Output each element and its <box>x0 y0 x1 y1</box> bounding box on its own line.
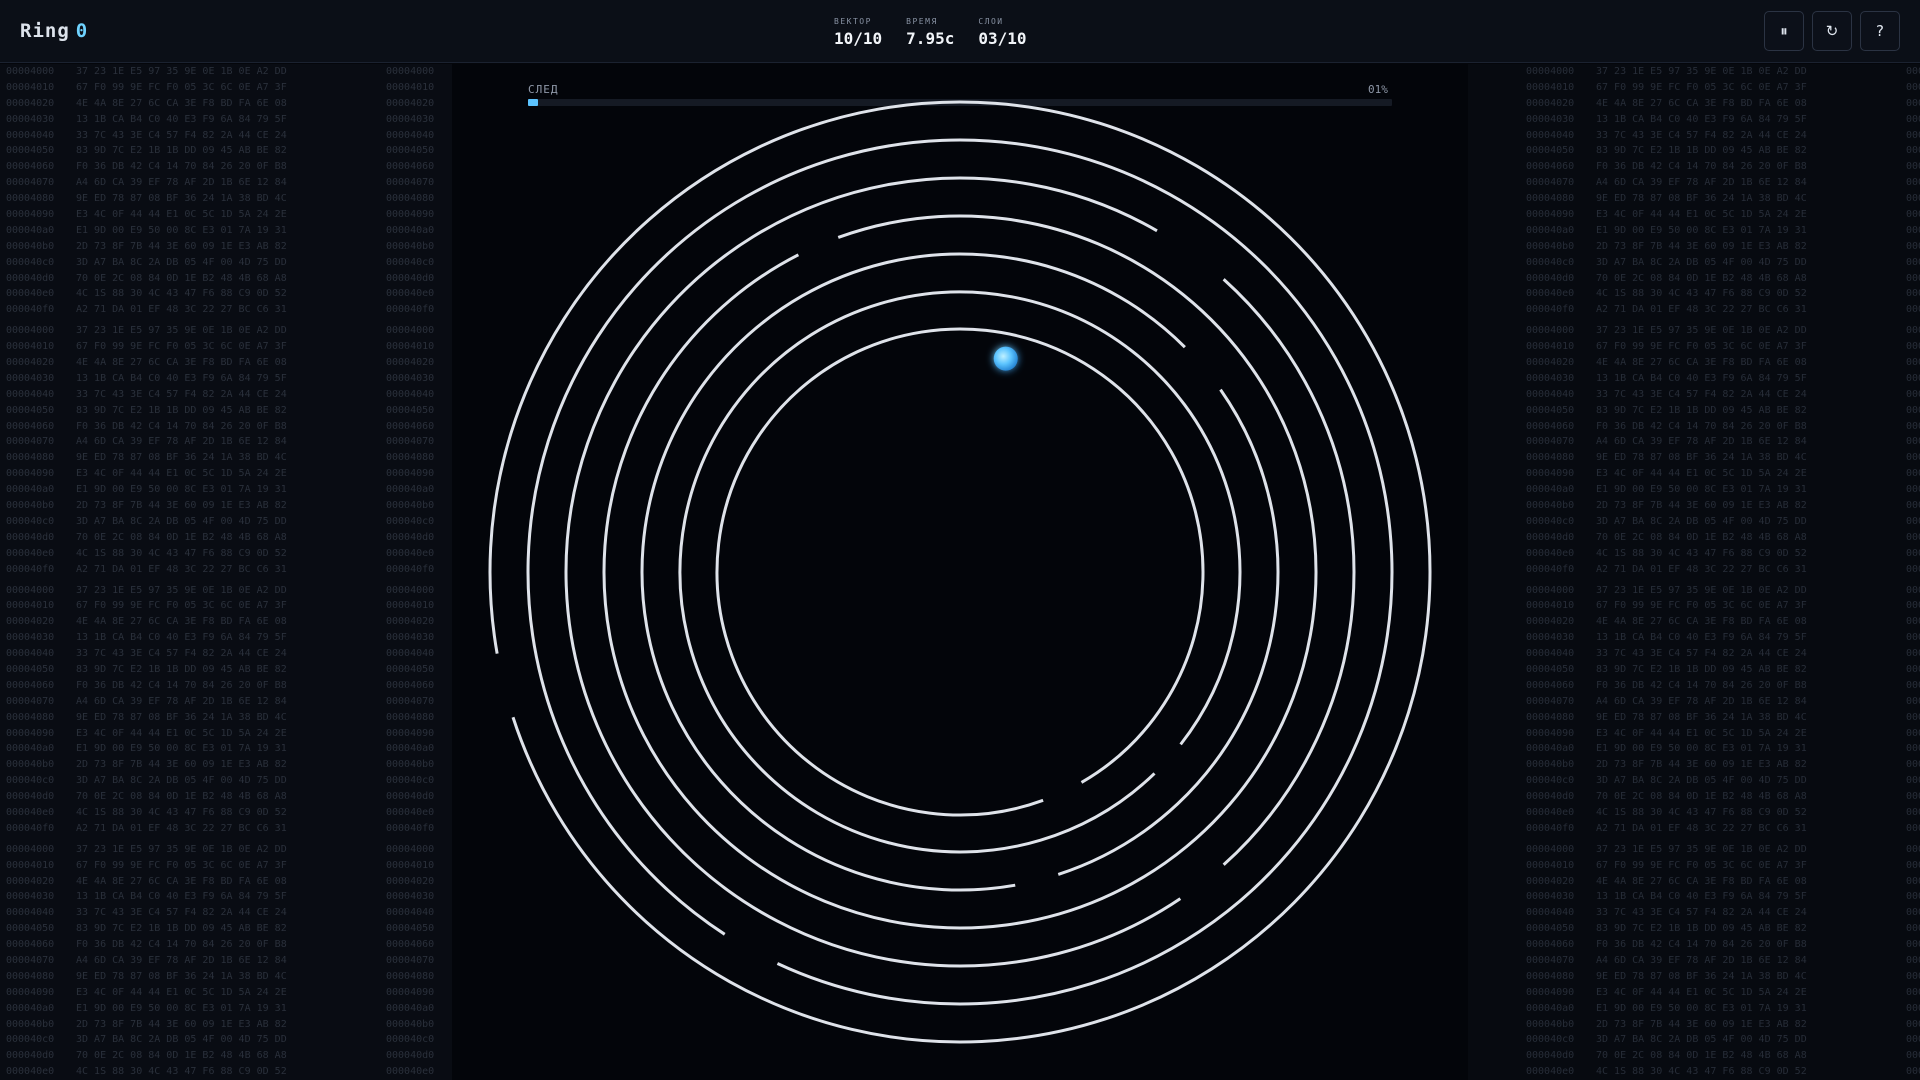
ring-layer <box>715 327 1205 817</box>
ring-arc <box>488 100 1432 1044</box>
ring-arc <box>602 214 1318 930</box>
ring-arc <box>640 252 1186 892</box>
ring-arc <box>564 176 1182 968</box>
ring-arc <box>526 138 1394 1006</box>
ring-layer <box>678 290 1242 854</box>
ring-arc <box>1222 278 1356 866</box>
ring-arc <box>715 327 1205 817</box>
ring-arc <box>1057 388 1280 876</box>
ring-layer <box>564 176 1356 968</box>
ring-field[interactable] <box>0 0 1920 1080</box>
ring-layer <box>488 100 1432 1044</box>
player-orb <box>993 346 1018 371</box>
ring-layer <box>640 252 1280 892</box>
ring-arc <box>678 290 1242 854</box>
ring-layer <box>602 214 1318 930</box>
ring-layer <box>526 138 1394 1006</box>
